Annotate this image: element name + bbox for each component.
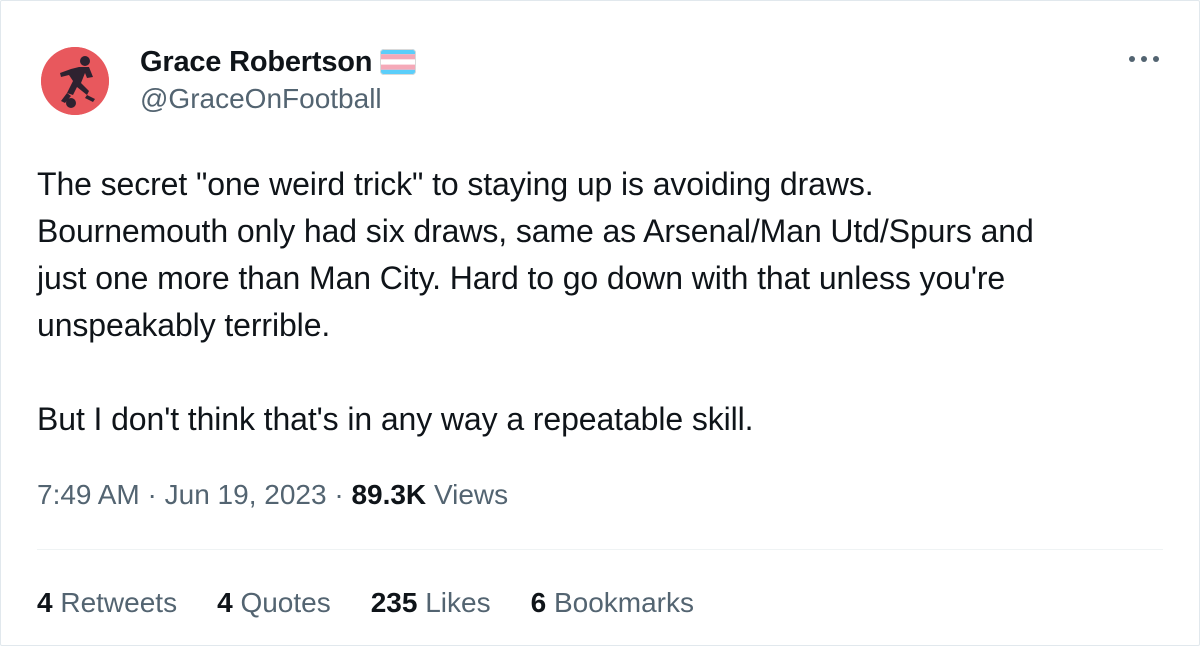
tweet-time[interactable]: 7:49 AM [37, 479, 140, 510]
bookmarks-stat[interactable]: 6 Bookmarks [531, 587, 694, 619]
tweet-text: The secret "one weird trick" to staying … [37, 161, 1167, 443]
tweet-line: unspeakably terrible. [37, 307, 331, 343]
dot-icon [1153, 56, 1159, 62]
views-count: 89.3K [351, 479, 434, 510]
author-name-row: Grace Robertson [140, 45, 417, 79]
likes-stat[interactable]: 235 Likes [371, 587, 491, 619]
tweet-line: But I don't think that's in any way a re… [37, 401, 754, 437]
views-label: Views [433, 479, 509, 510]
avatar[interactable] [41, 47, 109, 115]
tweet-line: just one more than Man City. Hard to go … [37, 260, 1006, 296]
author-handle[interactable]: @GraceOnFootball [140, 83, 382, 115]
divider [37, 549, 1163, 550]
retweets-stat[interactable]: 4 Retweets [37, 587, 177, 619]
meta-separator: · [334, 479, 352, 510]
tweet-line: The secret "one weird trick" to staying … [37, 166, 874, 202]
quotes-stat[interactable]: 4 Quotes [217, 587, 331, 619]
retweets-label: Retweets [60, 587, 178, 618]
likes-label: Likes [425, 587, 491, 618]
bookmarks-count: 6 [530, 587, 554, 618]
dot-icon [1129, 56, 1135, 62]
dot-icon [1141, 56, 1147, 62]
transgender-flag-icon [380, 49, 417, 75]
more-options-icon[interactable] [1129, 47, 1159, 71]
quotes-count: 4 [217, 587, 241, 618]
retweets-count: 4 [37, 587, 61, 618]
tweet-line: Bournemouth only had six draws, same as … [37, 213, 1034, 249]
display-name[interactable]: Grace Robertson [140, 46, 372, 79]
engagement-stats: 4 Retweets 4 Quotes 235 Likes 6 Bookmark… [37, 587, 734, 619]
tweet-meta: 7:49 AM · Jun 19, 2023 · 89.3K Views [37, 479, 508, 511]
tweet-card: Grace Robertson @GraceOnFootball The sec… [0, 0, 1200, 646]
footballer-silhouette-icon [41, 47, 109, 115]
meta-separator: · [147, 479, 165, 510]
likes-count: 235 [370, 587, 426, 618]
bookmarks-label: Bookmarks [553, 587, 694, 618]
quotes-label: Quotes [240, 587, 331, 618]
tweet-date[interactable]: Jun 19, 2023 [165, 479, 327, 510]
